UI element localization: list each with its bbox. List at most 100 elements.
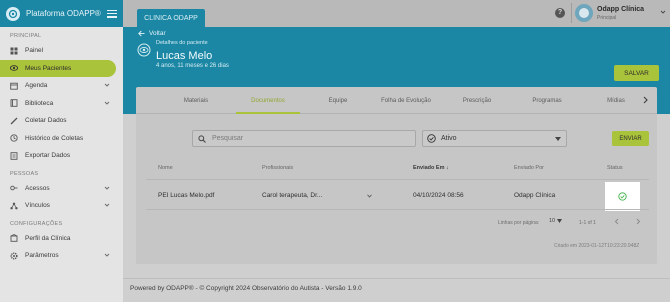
search-input[interactable] <box>212 135 402 142</box>
chevron-down-icon <box>104 203 110 207</box>
back-button[interactable]: Voltar <box>138 30 166 37</box>
top-bar: CLINICA ODAPP ? Odapp Clínica Principal <box>123 0 670 27</box>
pagination-range: 1-1 of 1 <box>579 220 596 226</box>
sidebar-item-acessos[interactable]: Acessos <box>0 180 116 198</box>
chevron-down-icon <box>104 253 110 257</box>
sidebar-item-label: Parâmetros <box>25 252 59 260</box>
send-button[interactable]: ENVIAR <box>612 131 649 146</box>
tab-folha-de-evolucao[interactable]: Folha de Evolução <box>374 87 438 114</box>
tab-prescricao[interactable]: Prescrição <box>454 87 500 114</box>
sidebar-item-painel[interactable]: Painel <box>0 42 116 60</box>
link-icon <box>10 202 18 210</box>
key-icon <box>10 184 18 192</box>
sidebar-item-vinculos[interactable]: Vínculos <box>0 197 116 215</box>
divider <box>571 3 572 23</box>
sidebar-item-label: Perfil da Clínica <box>25 234 71 242</box>
arrow-left-icon <box>138 30 145 37</box>
cell-name[interactable]: PEI Lucas Melo.pdf <box>158 192 214 199</box>
arrow-down-icon: ↓ <box>446 165 449 171</box>
brand-bar: Plataforma ODAPP® <box>0 0 123 27</box>
rows-per-page-value: 10 <box>549 218 556 224</box>
chevron-down-icon <box>104 101 110 105</box>
rows-per-page-label: Linhas por página: <box>498 220 540 226</box>
sidebar: Plataforma ODAPP® PRINCIPAL Painel Meus … <box>0 0 123 302</box>
export-icon <box>10 151 18 160</box>
column-header-profissionais[interactable]: Profissionais <box>262 165 293 171</box>
caret-down-icon <box>557 219 563 223</box>
back-label: Voltar <box>149 30 166 37</box>
clinic-tab[interactable]: CLINICA ODAPP <box>137 9 205 27</box>
odapp-logo-icon <box>6 6 20 21</box>
chevron-right-icon[interactable] <box>635 218 641 225</box>
footer-text: Powered by ODAPP® - © Copyright 2024 Obs… <box>130 285 362 292</box>
gear-icon <box>10 252 18 260</box>
eye-icon <box>10 64 18 72</box>
history-icon <box>10 134 18 142</box>
divider <box>146 209 649 210</box>
status-select-value: Ativo <box>441 135 457 142</box>
divider <box>123 278 670 279</box>
rows-per-page-select[interactable]: 10 <box>549 218 563 224</box>
tab-midias[interactable]: Mídias <box>598 87 634 114</box>
sidebar-item-label: Histórico de Coletas <box>25 134 84 142</box>
sidebar-item-label: Painel <box>25 47 44 55</box>
grid-icon <box>10 47 18 55</box>
clinic-icon <box>10 234 18 243</box>
column-header-enviado-em[interactable]: Enviado Em ↓ <box>413 165 449 171</box>
user-name[interactable]: Odapp Clínica <box>597 6 644 13</box>
save-button[interactable]: SALVAR <box>614 65 659 81</box>
sidebar-item-label: Vínculos <box>25 202 50 210</box>
tab-materiais[interactable]: Materiais <box>174 87 218 114</box>
column-header-label: Enviado Em <box>413 165 445 171</box>
column-header-enviado-por[interactable]: Enviado Por <box>514 165 544 171</box>
status-select[interactable]: Ativo <box>422 130 567 147</box>
hamburger-menu-icon[interactable] <box>107 9 117 18</box>
sidebar-item-label: Agenda <box>25 82 48 90</box>
pencil-icon <box>10 117 18 125</box>
column-header-status[interactable]: Status <box>607 165 623 171</box>
check-circle-icon <box>427 134 436 143</box>
section-principal: PRINCIPAL <box>10 33 42 39</box>
brand-title: Plataforma ODAPP® <box>26 9 101 18</box>
sidebar-item-coletar-dados[interactable]: Coletar Dados <box>0 112 116 130</box>
chevron-down-icon <box>104 186 110 190</box>
section-pessoas: PESSOAS <box>10 170 39 177</box>
sidebar-item-biblioteca[interactable]: Biblioteca <box>0 95 116 113</box>
search-field[interactable] <box>192 130 416 147</box>
tab-bar: Materiais Documentos Equipe Folha de Evo… <box>136 87 657 114</box>
tab-documentos[interactable]: Documentos <box>236 87 300 114</box>
sidebar-item-label: Meus Pacientes <box>25 64 72 72</box>
tab-programas[interactable]: Programas <box>520 87 574 114</box>
cell-professionals: Carol terapeuta, Dr... <box>262 192 323 199</box>
created-at-text: Criado em 2023-01-12T10:23:20.948Z <box>554 243 640 249</box>
tab-equipe[interactable]: Equipe <box>318 87 358 114</box>
chevron-down-icon <box>104 83 110 87</box>
avatar[interactable] <box>575 4 593 22</box>
chevron-right-icon[interactable] <box>642 96 649 104</box>
chevron-down-icon[interactable] <box>367 194 372 198</box>
user-role: Principal <box>597 15 617 21</box>
divider <box>146 179 649 180</box>
sidebar-item-agenda[interactable]: Agenda <box>0 77 116 95</box>
caret-down-icon <box>555 137 561 141</box>
section-configuracoes: CONFIGURAÇÕES <box>10 220 63 227</box>
active-tab-indicator <box>236 112 300 114</box>
sidebar-item-label: Acessos <box>25 184 50 192</box>
chevron-left-icon[interactable] <box>614 218 620 225</box>
book-icon <box>10 99 18 107</box>
column-header-nome[interactable]: Nome <box>158 165 173 171</box>
sidebar-item-exportar-dados[interactable]: Exportar Dados <box>0 147 116 165</box>
sidebar-item-parametros[interactable]: Parâmetros <box>0 247 116 265</box>
sidebar-item-meus-pacientes[interactable]: Meus Pacientes <box>0 59 116 77</box>
patient-eye-icon <box>137 43 151 57</box>
sidebar-item-perfil-da-clinica[interactable]: Perfil da Clínica <box>0 230 116 248</box>
sidebar-item-label: Biblioteca <box>25 99 54 107</box>
cell-status[interactable] <box>605 182 640 211</box>
cell-sent-at: 04/10/2024 08:56 <box>413 192 464 199</box>
check-circle-icon <box>618 192 627 201</box>
patient-age: 4 anos, 11 meses e 26 dias <box>156 63 229 69</box>
calendar-icon <box>10 82 18 90</box>
sidebar-item-historico-de-coletas[interactable]: Histórico de Coletas <box>0 130 116 148</box>
chevron-down-icon[interactable] <box>660 9 666 15</box>
help-icon[interactable]: ? <box>555 8 565 18</box>
